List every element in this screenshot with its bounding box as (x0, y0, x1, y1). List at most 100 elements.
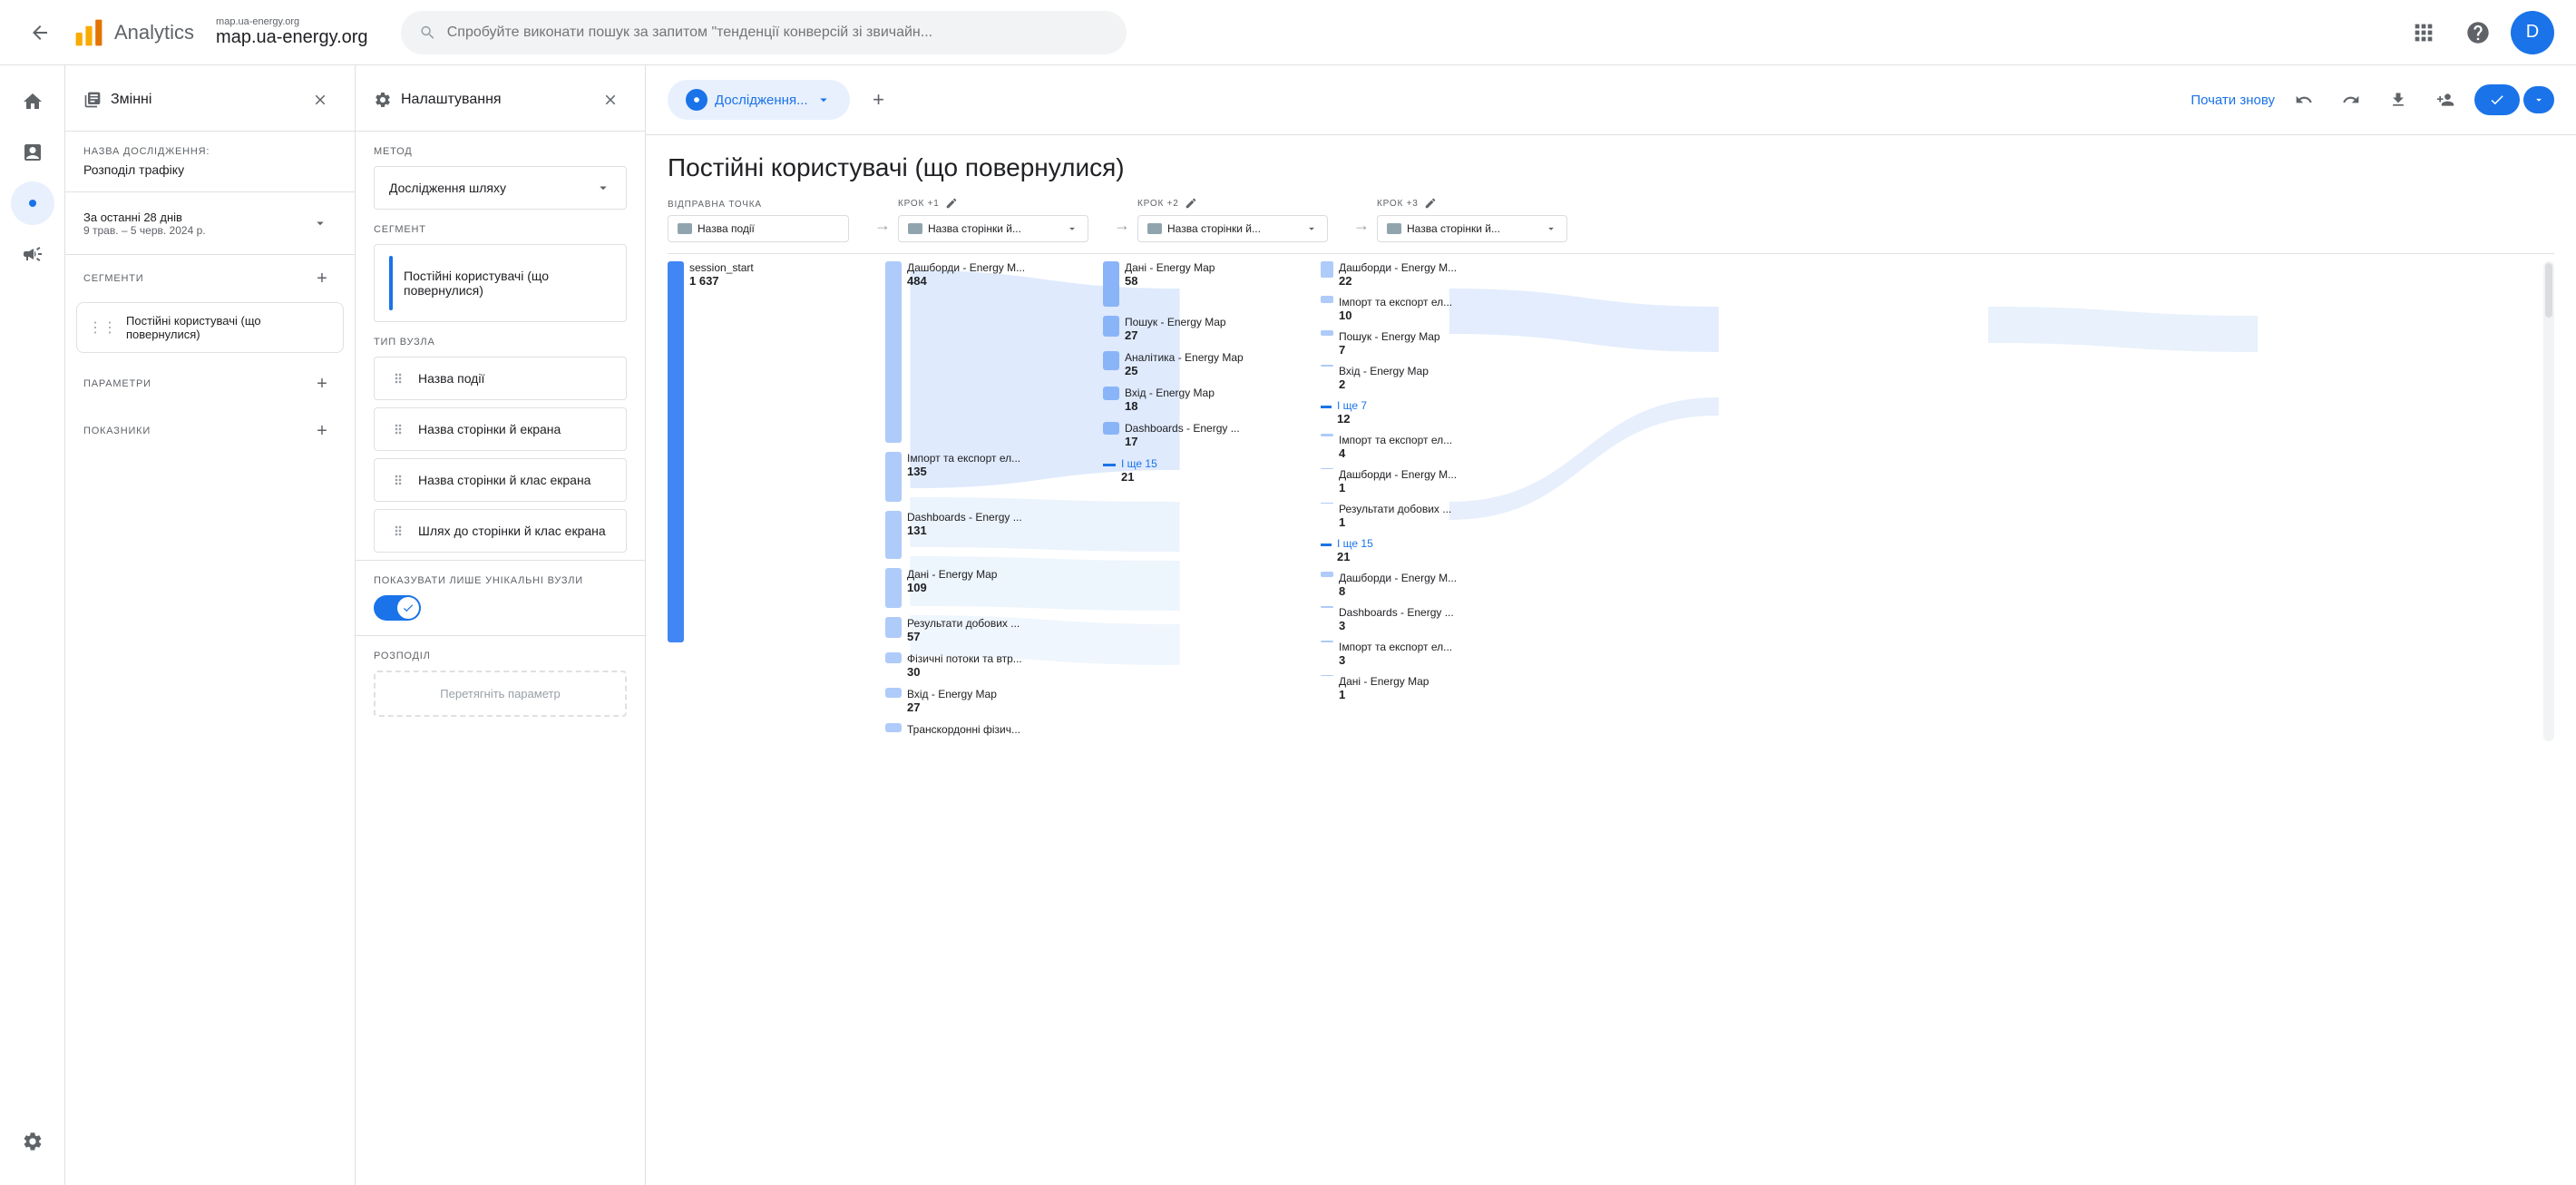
node-col1-1[interactable]: Імпорт та експорт ел... 135 (885, 452, 1067, 502)
node-type-item[interactable]: Назва сторінки й екрана (374, 407, 627, 451)
node-col3-5[interactable]: Імпорт та експорт ел... 4 (1321, 434, 1538, 460)
node-col1-5[interactable]: Фізичні потоки та втр... 30 (885, 652, 1067, 679)
redo-button[interactable] (2333, 82, 2369, 118)
node-col2-4[interactable]: Dashboards - Energy ... 17 (1103, 422, 1284, 448)
variables-title: Змінні (83, 91, 151, 109)
segment-box[interactable]: Постійні користувачі (що повернулися) (374, 244, 627, 322)
node-col3-12[interactable]: Дані - Energy Map 1 (1321, 675, 1538, 701)
more-dash-2 (1321, 544, 1332, 546)
variables-header: Змінні (65, 65, 355, 132)
add-segment-button[interactable]: + (307, 264, 337, 293)
variables-close-button[interactable] (304, 83, 337, 116)
node-col3-more1[interactable]: І ще 7 12 (1321, 399, 1538, 426)
start-node-selector[interactable]: Назва події (668, 215, 849, 242)
download-button[interactable] (2380, 82, 2416, 118)
node-col2-2-bar (1103, 351, 1119, 370)
step3-edit-icon[interactable] (1424, 197, 1437, 210)
node-col2-more[interactable]: І ще 15 21 (1103, 457, 1284, 484)
node-col2-0-bar (1103, 261, 1119, 307)
metrics-section-header: ПОКАЗНИКИ + (65, 407, 355, 455)
node-col3-10[interactable]: Dashboards - Energy ... 3 (1321, 606, 1538, 632)
more-dash-1 (1321, 406, 1332, 408)
node-col2-4-bar (1103, 422, 1119, 435)
date-range-dropdown[interactable] (304, 207, 337, 240)
user-avatar[interactable]: D (2511, 11, 2554, 54)
step1-edit-icon[interactable] (945, 197, 958, 210)
node-col1-0-bar (885, 261, 902, 443)
exploration-dot-icon (686, 89, 707, 111)
segment-box-name: Постійні користувачі (що повернулися) (404, 269, 611, 298)
node-session-start[interactable]: session_start 1 637 (668, 261, 849, 642)
nav-settings[interactable] (11, 1120, 54, 1163)
node-col1-3[interactable]: Дані - Energy Map 109 (885, 568, 1067, 608)
exploration-dropdown-icon (815, 92, 832, 108)
segment-item[interactable]: ⋮⋮ Постійні користувачі (що повернулися) (76, 302, 344, 353)
site-url: map.ua-energy.org (216, 27, 368, 48)
share-user-button[interactable] (2427, 82, 2464, 118)
node-col2-0[interactable]: Дані - Energy Map 58 (1103, 261, 1284, 307)
step3-node-selector[interactable]: Назва сторінки й... (1377, 215, 1567, 242)
node-col2-3-bar (1103, 387, 1119, 400)
site-info: map.ua-energy.org map.ua-energy.org (216, 16, 368, 48)
site-domain-small: map.ua-energy.org (216, 16, 368, 27)
add-metric-button[interactable]: + (307, 416, 337, 446)
search-bar[interactable] (401, 11, 1127, 54)
nav-reports[interactable] (11, 131, 54, 174)
parameters-section-header: ПАРАМЕТРИ + (65, 360, 355, 407)
col-2-data: Дані - Energy Map 58 Пошук - Energy Map … (1103, 261, 1284, 489)
node-col3-0[interactable]: Дашборди - Energy M... 22 (1321, 261, 1538, 288)
undo-button[interactable] (2286, 82, 2322, 118)
nav-advertising[interactable] (11, 232, 54, 276)
node-col3-9-bar (1321, 572, 1333, 577)
node-session-start-bar (668, 261, 684, 642)
node-col3-11[interactable]: Імпорт та експорт ел... 3 (1321, 641, 1538, 667)
node-type-item[interactable]: Шлях до сторінки й клас екрана (374, 509, 627, 553)
apps-button[interactable] (2402, 11, 2445, 54)
start-point-header: ВІДПРАВНА ТОЧКА Назва події (668, 200, 867, 242)
save-dropdown-button[interactable] (2523, 86, 2554, 113)
node-col1-2[interactable]: Dashboards - Energy ... 131 (885, 511, 1067, 559)
node-col1-6[interactable]: Вхід - Energy Map 27 (885, 688, 1067, 714)
node-col2-1[interactable]: Пошук - Energy Map 27 (1103, 316, 1284, 342)
unique-nodes-section: ПОКАЗУВАТИ ЛИШЕ УНІКАЛЬНІ ВУЗЛИ (356, 560, 645, 635)
add-tab-button[interactable]: + (861, 82, 897, 118)
node-col2-3[interactable]: Вхід - Energy Map 18 (1103, 387, 1284, 413)
col-1-data: Дашборди - Energy M... 484 Імпорт та екс… (885, 261, 1067, 741)
step2-header: КРОК +2 Назва сторінки й... (1137, 197, 1346, 242)
node-col1-7[interactable]: Транскордонні фізич... (885, 723, 1067, 736)
search-icon (419, 24, 436, 42)
node-col3-3[interactable]: Вхід - Energy Map 2 (1321, 365, 1538, 391)
add-parameter-button[interactable]: + (307, 369, 337, 398)
exploration-tab-button[interactable]: Дослідження... (668, 80, 850, 120)
settings-close-button[interactable] (594, 83, 627, 116)
step1-node-selector[interactable]: Назва сторінки й... (898, 215, 1088, 242)
step1-label-row: КРОК +1 (898, 197, 1107, 210)
node-col2-2[interactable]: Аналітика - Energy Map 25 (1103, 351, 1284, 377)
step3-dropdown-icon (1545, 222, 1557, 235)
search-input[interactable] (447, 24, 1108, 41)
step2-edit-icon[interactable] (1185, 197, 1197, 210)
node-col3-9[interactable]: Дашборди - Energy M... 8 (1321, 572, 1538, 598)
unique-nodes-toggle[interactable] (374, 595, 421, 621)
node-col3-1[interactable]: Імпорт та експорт ел... 10 (1321, 296, 1538, 322)
node-col3-7[interactable]: Результати добових ... 1 (1321, 503, 1538, 529)
nav-explore[interactable] (11, 181, 54, 225)
node-type-item[interactable]: Назва сторінки й клас екрана (374, 458, 627, 502)
node-col3-7-bar (1321, 503, 1333, 504)
help-button[interactable] (2456, 11, 2500, 54)
step2-node-selector[interactable]: Назва сторінки й... (1137, 215, 1328, 242)
node-type-item[interactable]: Назва події (374, 357, 627, 400)
node-col3-2[interactable]: Пошук - Energy Map 7 (1321, 330, 1538, 357)
nav-home[interactable] (11, 80, 54, 123)
method-select[interactable]: Дослідження шляху (374, 166, 627, 210)
vertical-scrollbar[interactable] (2543, 261, 2554, 741)
node-col1-4[interactable]: Результати добових ... 57 (885, 617, 1067, 643)
node-col3-6[interactable]: Дашборди - Energy M... 1 (1321, 468, 1538, 495)
node-col3-more2[interactable]: І ще 15 21 (1321, 537, 1538, 563)
node-col1-0[interactable]: Дашборди - Energy M... 484 (885, 261, 1067, 443)
restart-button[interactable]: Почати знову (2191, 93, 2275, 108)
save-button[interactable] (2474, 84, 2520, 115)
distribution-placeholder[interactable]: Перетягніть параметр (374, 671, 627, 717)
funnel-headers: ВІДПРАВНА ТОЧКА Назва події → КРОК +1 (668, 197, 2554, 254)
back-button[interactable] (22, 15, 58, 51)
